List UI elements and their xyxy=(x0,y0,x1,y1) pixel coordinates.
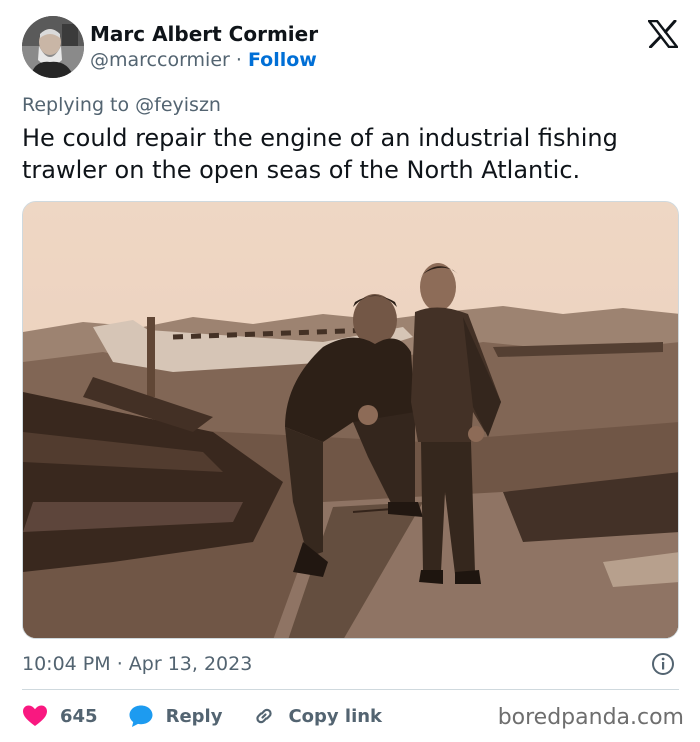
like-count: 645 xyxy=(60,705,98,727)
author-handle[interactable]: @marccormier xyxy=(90,49,230,71)
tweet-date: Apr 13, 2023 xyxy=(128,653,253,675)
tweet-actions: 645 Reply Copy link xyxy=(22,702,412,730)
author-display-name[interactable]: Marc Albert Cormier xyxy=(90,21,318,47)
like-button[interactable]: 645 xyxy=(22,704,98,728)
reply-button[interactable]: Reply xyxy=(128,704,223,728)
heart-icon xyxy=(23,705,47,726)
x-logo-icon[interactable] xyxy=(647,19,679,49)
timestamp-separator: · xyxy=(116,653,123,675)
tweet-timestamp[interactable]: 10:04 PM · Apr 13, 2023 xyxy=(22,651,252,677)
tweet-time: 10:04 PM xyxy=(22,653,111,675)
reply-bubble-icon xyxy=(129,705,153,727)
watermark: boredpanda.com xyxy=(497,705,684,730)
info-icon[interactable] xyxy=(651,652,675,676)
copy-link-label: Copy link xyxy=(288,705,383,727)
follow-button[interactable]: Follow xyxy=(248,49,317,71)
author-avatar[interactable] xyxy=(22,16,84,78)
replying-to-label[interactable]: Replying to @feyiszn xyxy=(22,93,221,117)
tweet-header: Marc Albert Cormier @marccormier · Follo… xyxy=(22,16,682,78)
tweet-text: He could repair the engine of an industr… xyxy=(22,124,618,184)
copy-link-button[interactable]: Copy link xyxy=(252,704,382,728)
reply-label: Reply xyxy=(165,705,223,727)
link-icon xyxy=(256,708,273,724)
handle-separator: · xyxy=(235,49,242,71)
divider xyxy=(22,689,679,690)
author-handle-row: @marccormier · Follow xyxy=(90,47,318,73)
author-names: Marc Albert Cormier @marccormier · Follo… xyxy=(90,21,318,73)
tweet-photo[interactable] xyxy=(22,201,679,639)
